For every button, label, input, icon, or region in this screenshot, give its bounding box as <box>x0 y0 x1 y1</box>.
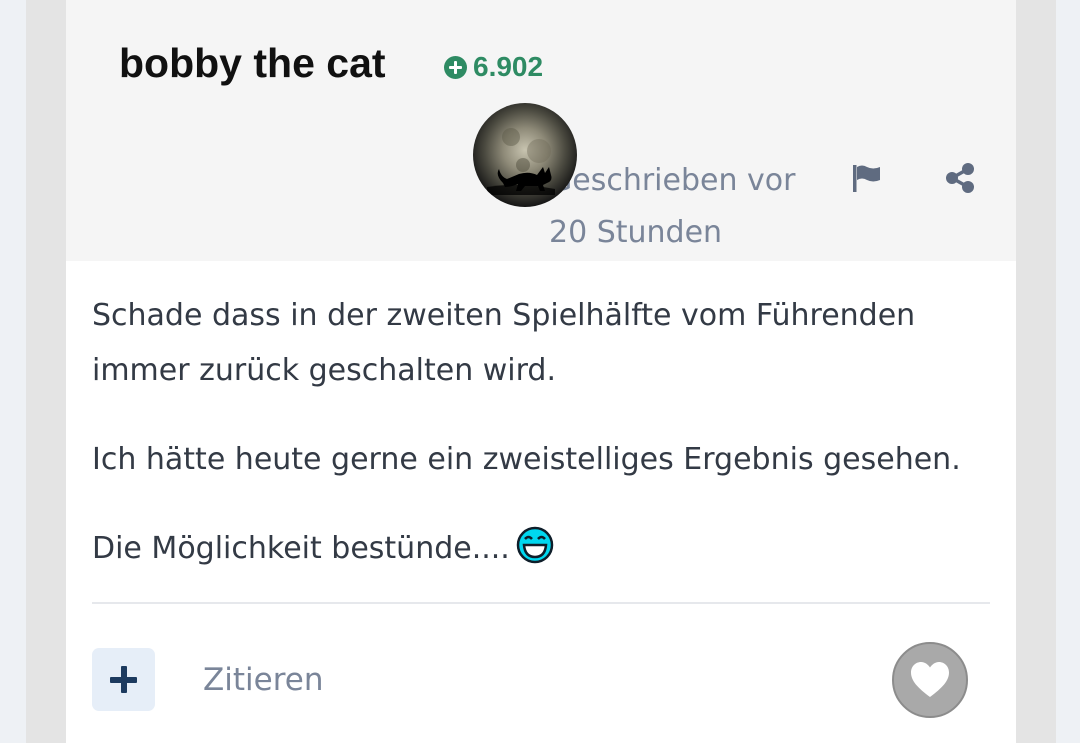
flag-icon <box>853 165 880 192</box>
cat-silhouette-graphic <box>487 128 555 195</box>
laughing-smiley-icon <box>516 526 554 564</box>
post-divider <box>92 602 990 604</box>
plus-circle-icon <box>444 55 467 79</box>
quote-button[interactable]: Zitieren <box>203 660 323 700</box>
post-paragraph-with-emoji: Die Möglichkeit bestünde.... <box>92 521 992 576</box>
post-paragraph: Ich hätte heute gerne ein zweistelliges … <box>92 442 961 477</box>
post-header: bobby the cat 6.902 Geschrieben vor 20 S… <box>66 0 1016 261</box>
reputation-value: 6.902 <box>473 51 544 82</box>
post-paragraph: Schade dass in der zweiten Spielhälfte v… <box>92 298 916 388</box>
forum-post: bobby the cat 6.902 Geschrieben vor 20 S… <box>66 0 1016 743</box>
like-button[interactable] <box>892 642 968 718</box>
share-icon <box>946 163 974 193</box>
reputation-badge[interactable]: 6.902 <box>444 51 544 82</box>
page-gutter-right <box>1016 0 1056 743</box>
avatar[interactable] <box>473 103 577 207</box>
multiquote-button[interactable] <box>92 648 155 711</box>
author-name[interactable]: bobby the cat <box>119 38 386 88</box>
heart-icon <box>911 662 949 697</box>
post-content: Schade dass in der zweiten Spielhälfte v… <box>92 288 992 576</box>
post-paragraph-text: Die Möglichkeit bestünde.... <box>92 531 510 566</box>
report-button[interactable] <box>849 160 885 196</box>
post-timestamp: Geschrieben vor 20 Stunden <box>549 163 796 250</box>
page-gutter-left <box>26 0 66 743</box>
share-button[interactable] <box>942 160 978 196</box>
